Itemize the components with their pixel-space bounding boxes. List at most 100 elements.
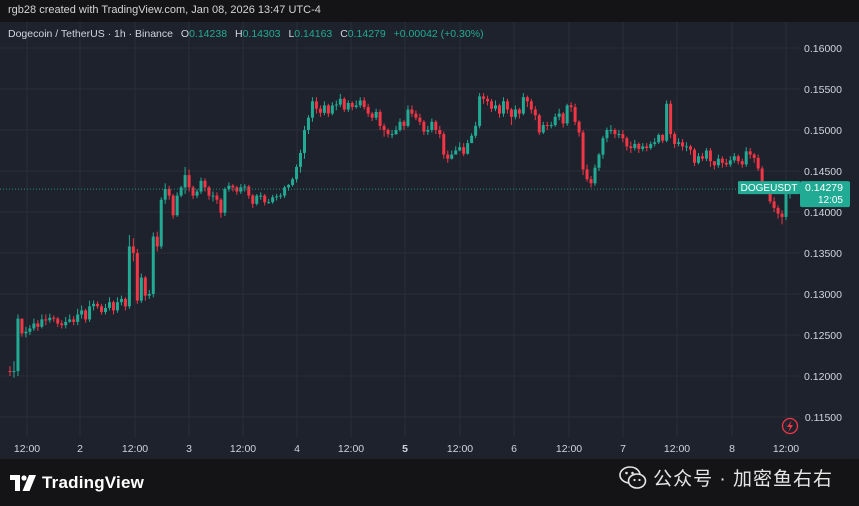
candle-body xyxy=(621,134,625,139)
candle-body xyxy=(211,195,215,197)
candle-body xyxy=(378,111,382,126)
candle-body xyxy=(302,130,306,153)
candle-body xyxy=(255,195,259,204)
candle-body xyxy=(52,317,56,319)
candle-body xyxy=(478,96,482,126)
candle-body xyxy=(96,303,100,307)
y-tick-label: 0.13500 xyxy=(804,248,842,260)
candle-body xyxy=(696,156,700,163)
x-tick-label: 2 xyxy=(77,443,83,455)
candle-body xyxy=(501,101,505,114)
candle-body xyxy=(247,186,251,196)
candle-body xyxy=(12,371,16,373)
candle-body xyxy=(653,142,657,144)
candle-body xyxy=(203,180,207,188)
candle-body xyxy=(231,185,235,188)
candle-body xyxy=(159,199,163,247)
price-chart[interactable]: 0.16000 0.15500 0.15000 0.14500 0.14000 0.135… xyxy=(0,22,859,459)
candle-body xyxy=(732,156,736,161)
candle-body xyxy=(689,146,693,150)
price-tag-value: 0.14279 xyxy=(805,182,843,194)
candle-body xyxy=(322,105,326,113)
close-value: 0.14279 xyxy=(347,28,386,40)
candle-body xyxy=(716,158,720,166)
candle-body xyxy=(314,101,318,109)
candle-body xyxy=(251,195,255,204)
candle-body xyxy=(24,331,28,334)
tradingview-logo[interactable]: TradingView xyxy=(10,473,144,493)
candle-body xyxy=(645,146,649,149)
candle-body xyxy=(48,317,52,321)
candle-body xyxy=(748,151,752,155)
candle-body xyxy=(215,195,219,200)
candle-body xyxy=(72,319,76,322)
candle-body xyxy=(199,180,203,192)
candle-body xyxy=(609,130,613,131)
candle-body xyxy=(422,121,426,132)
candle-body xyxy=(100,306,104,313)
y-tick-label: 0.15000 xyxy=(804,125,842,137)
candle-body xyxy=(597,154,601,168)
open-key: O xyxy=(180,28,190,40)
candle-body xyxy=(517,109,521,114)
candle-body xyxy=(36,323,40,327)
candle-body xyxy=(171,195,175,216)
candle-body xyxy=(704,150,708,159)
candle-body xyxy=(84,310,88,320)
candle-body xyxy=(641,146,645,149)
footer: TradingView 公众号 · 加密鱼右右 xyxy=(0,459,859,506)
candle-body xyxy=(585,169,589,180)
candle-body xyxy=(402,121,406,126)
symbol-name: Dogecoin / TetherUS · 1h · Binance xyxy=(8,28,173,40)
candle-body xyxy=(494,105,498,109)
candle-body xyxy=(346,102,350,110)
candle-body xyxy=(430,121,434,130)
candle-body xyxy=(195,191,199,196)
candle-body xyxy=(183,175,187,188)
candle-body xyxy=(267,202,271,204)
candle-body xyxy=(131,246,135,253)
candle-body xyxy=(326,105,330,114)
candle-body xyxy=(187,175,191,188)
candle-body xyxy=(275,196,279,198)
candle-body xyxy=(64,321,68,326)
candle-body xyxy=(123,298,127,307)
candle-body xyxy=(545,125,549,127)
x-tick-label: 12:00 xyxy=(122,443,148,455)
candle-body xyxy=(119,298,123,303)
candle-body xyxy=(589,179,593,184)
high-key: H xyxy=(234,28,243,40)
candle-body xyxy=(438,130,442,135)
candle-body xyxy=(219,199,223,213)
candle-body xyxy=(104,307,108,313)
candle-body xyxy=(127,246,131,307)
candle-body xyxy=(529,101,533,110)
candle-body xyxy=(577,121,581,133)
candle-body xyxy=(382,125,386,130)
candle-body xyxy=(434,121,438,130)
candle-body xyxy=(350,102,354,108)
candle-body xyxy=(44,319,48,321)
candle-body xyxy=(76,314,80,322)
candle-body xyxy=(418,117,422,122)
candle-body xyxy=(573,107,577,122)
candle-body xyxy=(780,213,784,217)
wechat-text: 公众号 · 加密鱼右右 xyxy=(653,469,833,490)
lightning-icon[interactable] xyxy=(781,417,799,435)
candle-body xyxy=(541,125,545,133)
chart-panel[interactable]: 0.16000 0.15500 0.15000 0.14500 0.14000 0.135… xyxy=(0,22,859,459)
candle-body xyxy=(581,132,585,170)
candle-body xyxy=(736,156,740,162)
candle-body xyxy=(509,109,513,117)
candle-body xyxy=(163,189,167,200)
price-tag-countdown: 12:05 xyxy=(818,195,843,206)
candle-body xyxy=(338,98,342,105)
candle-body xyxy=(474,125,478,136)
candle-body xyxy=(724,162,728,165)
x-tick-label: 12:00 xyxy=(447,443,473,455)
candle-body xyxy=(446,154,450,159)
candle-body xyxy=(295,166,299,180)
x-tick-label: 5 xyxy=(402,443,408,455)
candle-body xyxy=(661,134,665,141)
candle-body xyxy=(521,97,525,114)
